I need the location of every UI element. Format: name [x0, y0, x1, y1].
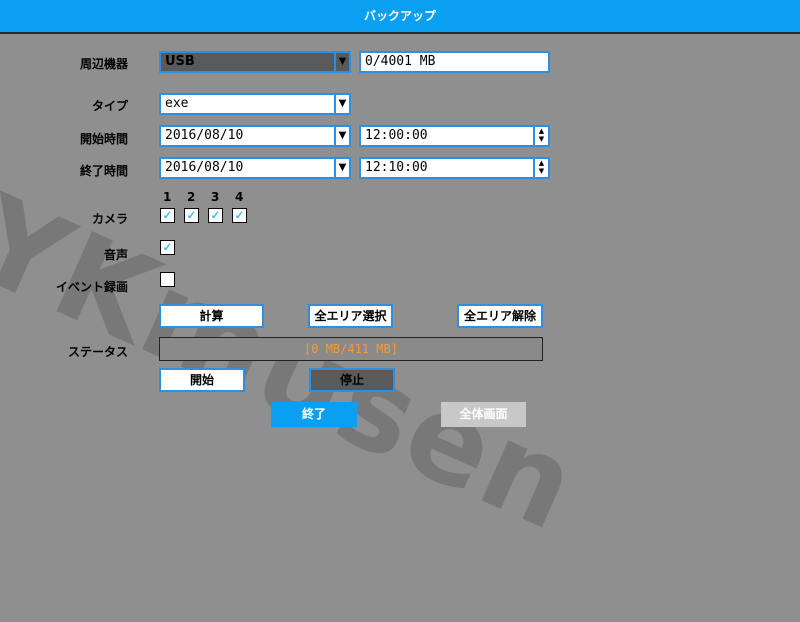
fullscreen-button[interactable]: 全体画面	[441, 402, 526, 427]
event-recording-label: イベント録画	[55, 280, 128, 294]
chevron-down-icon: ▼	[338, 56, 347, 67]
camera-channel-1-number: 1	[163, 190, 172, 204]
check-icon: ✓	[162, 240, 173, 254]
start-date-field[interactable]: 2016/08/10	[159, 125, 336, 147]
device-select[interactable]: USB	[159, 51, 336, 73]
check-icon: ✓	[234, 208, 245, 222]
start-time-spinner[interactable]: ▲ ▼	[533, 125, 550, 147]
spin-down-icon[interactable]: ▼	[535, 135, 548, 143]
title-bar: バックアップ	[0, 0, 800, 32]
end-date-field[interactable]: 2016/08/10	[159, 157, 336, 179]
spin-down-icon[interactable]: ▼	[535, 167, 548, 175]
type-select[interactable]: exe	[159, 93, 336, 115]
end-time-label: 終了時間	[79, 164, 128, 178]
camera-label: カメラ	[91, 212, 128, 226]
type-label: タイプ	[91, 99, 128, 113]
status-label: ステータス	[67, 345, 128, 359]
camera-4-checkbox[interactable]: ✓	[232, 208, 247, 223]
device-dropdown-button[interactable]: ▼	[334, 51, 351, 73]
spin-up-icon[interactable]: ▲	[535, 127, 548, 135]
end-date-dropdown-button[interactable]: ▼	[334, 157, 351, 179]
camera-2-checkbox[interactable]: ✓	[184, 208, 199, 223]
spin-up-icon[interactable]: ▲	[535, 159, 548, 167]
start-date-dropdown-button[interactable]: ▼	[334, 125, 351, 147]
watermark: YKmusen	[0, 170, 598, 559]
calculate-button[interactable]: 計算	[159, 304, 264, 328]
exit-button[interactable]: 終了	[271, 402, 357, 427]
audio-label: 音声	[103, 248, 128, 262]
stop-button[interactable]: 停止	[309, 368, 395, 392]
type-dropdown-button[interactable]: ▼	[334, 93, 351, 115]
title-divider	[0, 32, 800, 34]
chevron-down-icon: ▼	[338, 162, 347, 173]
chevron-down-icon: ▼	[338, 98, 347, 109]
window-title: バックアップ	[363, 9, 436, 23]
camera-3-checkbox[interactable]: ✓	[208, 208, 223, 223]
camera-channel-2-number: 2	[187, 190, 196, 204]
chevron-down-icon: ▼	[338, 130, 347, 141]
deselect-all-button[interactable]: 全エリア解除	[457, 304, 543, 328]
camera-1-checkbox[interactable]: ✓	[160, 208, 175, 223]
check-icon: ✓	[210, 208, 221, 222]
device-label: 周辺機器	[79, 57, 128, 71]
end-time-field[interactable]: 12:10:00	[359, 157, 535, 179]
end-time-spinner[interactable]: ▲ ▼	[533, 157, 550, 179]
check-icon: ✓	[186, 208, 197, 222]
start-button[interactable]: 開始	[159, 368, 245, 392]
event-recording-checkbox[interactable]	[160, 272, 175, 287]
device-capacity-field: 0/4001 MB	[359, 51, 550, 73]
check-icon: ✓	[162, 208, 173, 222]
status-display: [0 MB/411 MB]	[159, 337, 543, 361]
camera-channel-3-number: 3	[211, 190, 220, 204]
start-time-label: 開始時間	[79, 132, 128, 146]
start-time-field[interactable]: 12:00:00	[359, 125, 535, 147]
audio-checkbox[interactable]: ✓	[160, 240, 175, 255]
select-all-button[interactable]: 全エリア選択	[308, 304, 393, 328]
camera-channel-4-number: 4	[235, 190, 244, 204]
